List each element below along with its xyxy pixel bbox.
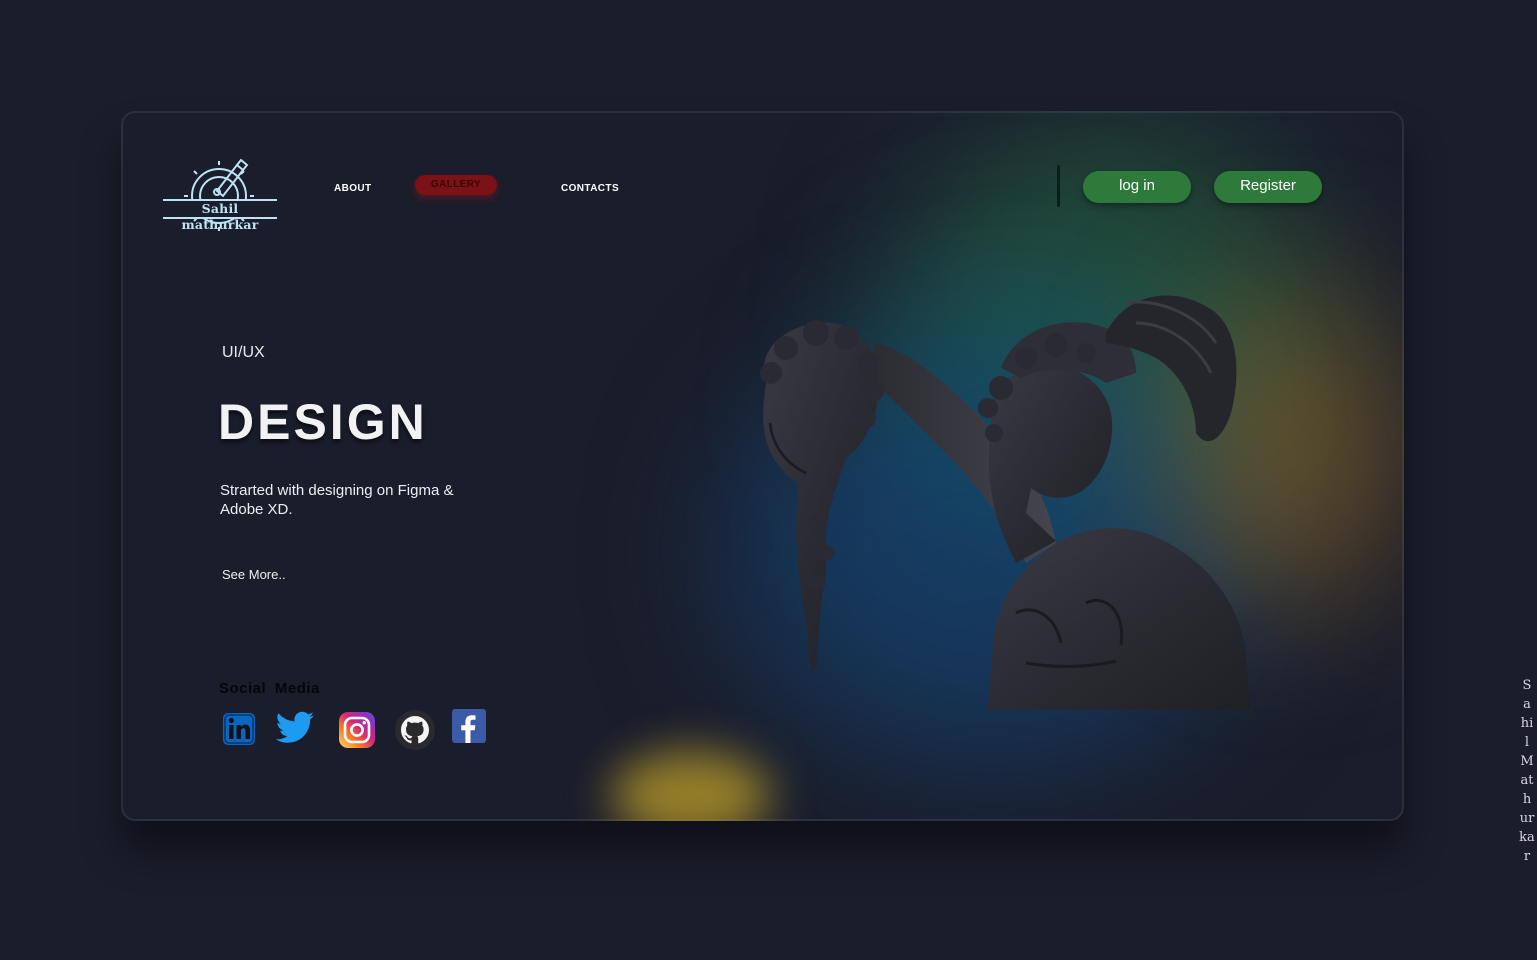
nav-gallery-link[interactable]: GALLERY: [415, 175, 497, 195]
github-icon[interactable]: [394, 709, 436, 751]
social-media-title: Social Media: [219, 680, 320, 697]
perseus-statue-image: [760, 295, 1250, 710]
login-button[interactable]: log in: [1083, 171, 1191, 203]
instagram-icon[interactable]: [338, 711, 376, 749]
background-glow-yellow: [611, 751, 771, 821]
vertical-side-name: Sahil Mathurkar: [1519, 678, 1535, 864]
nav-contacts-link[interactable]: CONTACTS: [561, 183, 619, 194]
facebook-icon[interactable]: [452, 709, 486, 743]
see-more-link[interactable]: See More..: [222, 567, 286, 582]
linkedin-icon[interactable]: [222, 712, 256, 746]
hero-card: Sahil mathurkar ABOUT GALLERY CONTACTS l…: [121, 111, 1404, 821]
page: Sahil mathurkar ABOUT GALLERY CONTACTS l…: [0, 0, 1537, 960]
logo-text: Sahil mathurkar: [163, 199, 277, 232]
register-button[interactable]: Register: [1214, 171, 1322, 203]
hero-headline: DESIGN: [218, 394, 428, 450]
hero-description: Strarted with designing on Figma & Adobe…: [220, 482, 454, 518]
hero-eyebrow: UI/UX: [222, 344, 265, 361]
nav-divider: [1057, 165, 1060, 207]
nav-about-link[interactable]: ABOUT: [334, 183, 372, 194]
twitter-icon[interactable]: [274, 710, 316, 746]
brand-logo[interactable]: Sahil mathurkar: [161, 158, 281, 232]
